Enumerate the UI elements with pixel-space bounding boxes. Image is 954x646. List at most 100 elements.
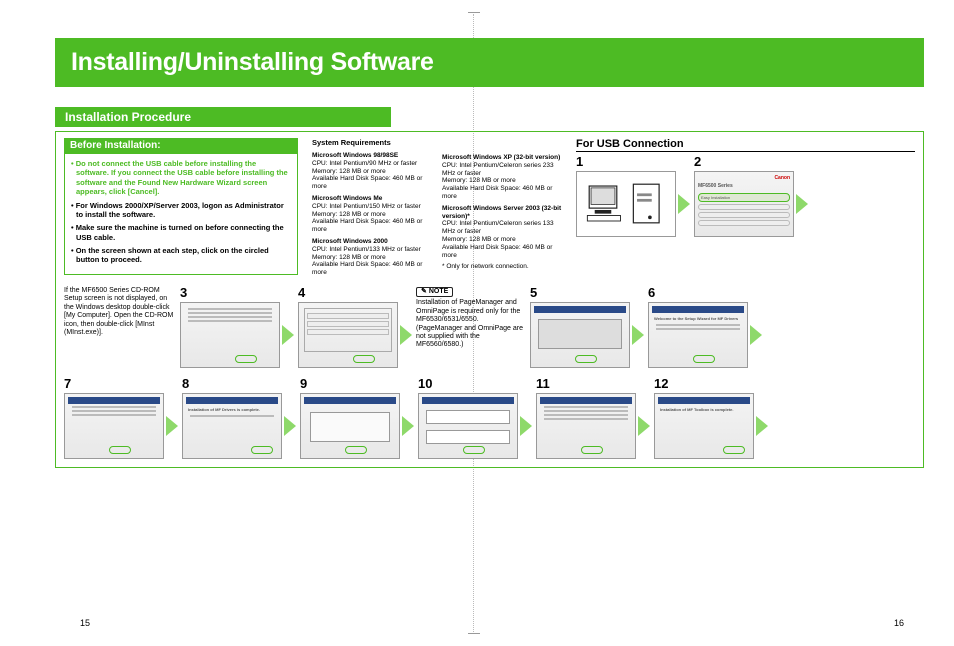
thumb8-title: Installation of MF Drivers is complete. — [188, 407, 276, 412]
step-1-number: 1 — [576, 154, 690, 169]
arrow-icon — [282, 325, 294, 345]
system-requirements-col1: System Requirements Microsoft Windows 98… — [312, 138, 432, 277]
os-xp-hdd: Available Hard Disk Space: 460 MB or mor… — [442, 185, 564, 201]
step-8: 8 Installation of MF Drivers is complete… — [182, 376, 296, 459]
step-4: 4 — [298, 285, 412, 368]
arrow-icon — [632, 325, 644, 345]
warning-bullet: Do not connect the USB cable before inst… — [71, 159, 291, 197]
step-11: 11 — [536, 376, 650, 459]
thumb6-title: Welcome to the Setup Wizard for MF Drive… — [654, 316, 742, 321]
step-6-thumb: Welcome to the Setup Wizard for MF Drive… — [648, 302, 748, 368]
step-7: 7 — [64, 376, 178, 459]
step-5-thumb — [530, 302, 630, 368]
sysreq-heading: System Requirements — [312, 138, 432, 147]
document-page: Installing/Uninstalling Software Install… — [55, 38, 924, 468]
arrow-icon — [750, 325, 762, 345]
arrow-icon — [678, 194, 690, 214]
step-2-number: 2 — [694, 154, 808, 169]
step-6-number: 6 — [648, 285, 762, 300]
thumb12-title: Installation of MF Toolbox is complete. — [660, 407, 748, 412]
os-2003-mem: Memory: 128 MB or more — [442, 236, 564, 244]
step-12: 12 Installation of MF Toolbox is complet… — [654, 376, 768, 459]
os-xp: Microsoft Windows XP (32-bit version) — [442, 154, 564, 162]
os-xp-mem: Memory: 128 MB or more — [442, 177, 564, 185]
system-requirements-col2: Microsoft Windows XP (32-bit version) CP… — [442, 138, 564, 277]
step-8-thumb: Installation of MF Drivers is complete. — [182, 393, 282, 459]
step-4-number: 4 — [298, 285, 412, 300]
cdrom-instruction-text: If the MF6500 Series CD-ROM Setup screen… — [64, 285, 176, 337]
os-2000-cpu: CPU: Intel Pentium/133 MHz or faster — [312, 246, 432, 254]
step-8-number: 8 — [182, 376, 296, 391]
before-installation-column: Before Installation: Do not connect the … — [64, 138, 298, 277]
step-12-thumb: Installation of MF Toolbox is complete. — [654, 393, 754, 459]
page-number-left: 15 — [80, 618, 90, 628]
usb-heading: For USB Connection — [576, 138, 915, 152]
os-98: Microsoft Windows 98/98SE — [312, 152, 432, 160]
note-label: ✎ NOTE — [416, 287, 453, 297]
bullet-admin: For Windows 2000/XP/Server 2003, logon a… — [71, 201, 291, 220]
step-3-number: 3 — [180, 285, 294, 300]
arrow-icon — [520, 416, 532, 436]
page-number-right: 16 — [894, 618, 904, 628]
step-5-number: 5 — [530, 285, 644, 300]
before-installation-box: Do not connect the USB cable before inst… — [64, 153, 298, 275]
bullet-power: Make sure the machine is turned on befor… — [71, 223, 291, 242]
thumb2-brand: Canon — [698, 175, 790, 181]
note-block: ✎ NOTE Installation of PageManager and O… — [416, 285, 526, 350]
section-heading: Installation Procedure — [55, 107, 391, 127]
row-2: If the MF6500 Series CD-ROM Setup screen… — [64, 285, 915, 368]
os-98-mem: Memory: 128 MB or more — [312, 168, 432, 176]
step-11-number: 11 — [536, 376, 650, 391]
step-4-thumb — [298, 302, 398, 368]
step-1: 1 — [576, 154, 690, 237]
step-9-thumb — [300, 393, 400, 459]
step-2-thumb: Canon MF6500 Series Easy Installation — [694, 171, 794, 237]
top-row: Before Installation: Do not connect the … — [64, 138, 915, 277]
step-9-number: 9 — [300, 376, 414, 391]
content-frame: Before Installation: Do not connect the … — [55, 131, 924, 468]
thumb2-easy-button: Easy Installation — [698, 193, 790, 202]
step-9: 9 — [300, 376, 414, 459]
os-98-hdd: Available Hard Disk Space: 460 MB or mor… — [312, 175, 432, 191]
step-6: 6 Welcome to the Setup Wizard for MF Dri… — [648, 285, 762, 368]
step-10-number: 10 — [418, 376, 532, 391]
os-2003-hdd: Available Hard Disk Space: 460 MB or mor… — [442, 244, 564, 260]
arrow-icon — [166, 416, 178, 436]
arrow-icon — [756, 416, 768, 436]
arrow-icon — [638, 416, 650, 436]
step-7-thumb — [64, 393, 164, 459]
usb-connection-section: For USB Connection 1 — [576, 138, 915, 277]
os-me-cpu: CPU: Intel Pentium/150 MHz or faster — [312, 203, 432, 211]
os-2000: Microsoft Windows 2000 — [312, 238, 432, 246]
os-2003: Microsoft Windows Server 2003 (32-bit ve… — [442, 205, 564, 221]
step-10-thumb — [418, 393, 518, 459]
os-2000-hdd: Available Hard Disk Space: 460 MB or mor… — [312, 261, 432, 277]
before-installation-heading: Before Installation: — [64, 138, 298, 153]
sysreq-footnote: * Only for network connection. — [442, 263, 564, 271]
step-1-thumb — [576, 171, 676, 237]
step-3: 3 — [180, 285, 294, 368]
thumb2-title: MF6500 Series — [698, 183, 790, 189]
arrow-icon — [400, 325, 412, 345]
row-3: 7 8 Installation of MF Drivers is comple… — [64, 376, 915, 459]
step-11-thumb — [536, 393, 636, 459]
os-me-mem: Memory: 128 MB or more — [312, 211, 432, 219]
page-title: Installing/Uninstalling Software — [55, 38, 924, 87]
os-xp-cpu: CPU: Intel Pentium/Celeron series 233 MH… — [442, 162, 564, 178]
step-10: 10 — [418, 376, 532, 459]
computer-icon — [580, 175, 672, 236]
arrow-icon — [402, 416, 414, 436]
step-2: 2 Canon MF6500 Series Easy Installation — [694, 154, 808, 237]
os-98-cpu: CPU: Intel Pentium/90 MHz or faster — [312, 160, 432, 168]
arrow-icon — [796, 194, 808, 214]
os-2000-mem: Memory: 128 MB or more — [312, 254, 432, 262]
step-12-number: 12 — [654, 376, 768, 391]
os-me-hdd: Available Hard Disk Space: 460 MB or mor… — [312, 218, 432, 234]
os-2003-cpu: CPU: Intel Pentium/Celeron series 133 MH… — [442, 220, 564, 236]
note-text: Installation of PageManager and OmniPage… — [416, 299, 526, 349]
step-5: 5 — [530, 285, 644, 368]
step-3-thumb — [180, 302, 280, 368]
step-7-number: 7 — [64, 376, 178, 391]
bullet-circled: On the screen shown at each step, click … — [71, 246, 291, 265]
arrow-icon — [284, 416, 296, 436]
